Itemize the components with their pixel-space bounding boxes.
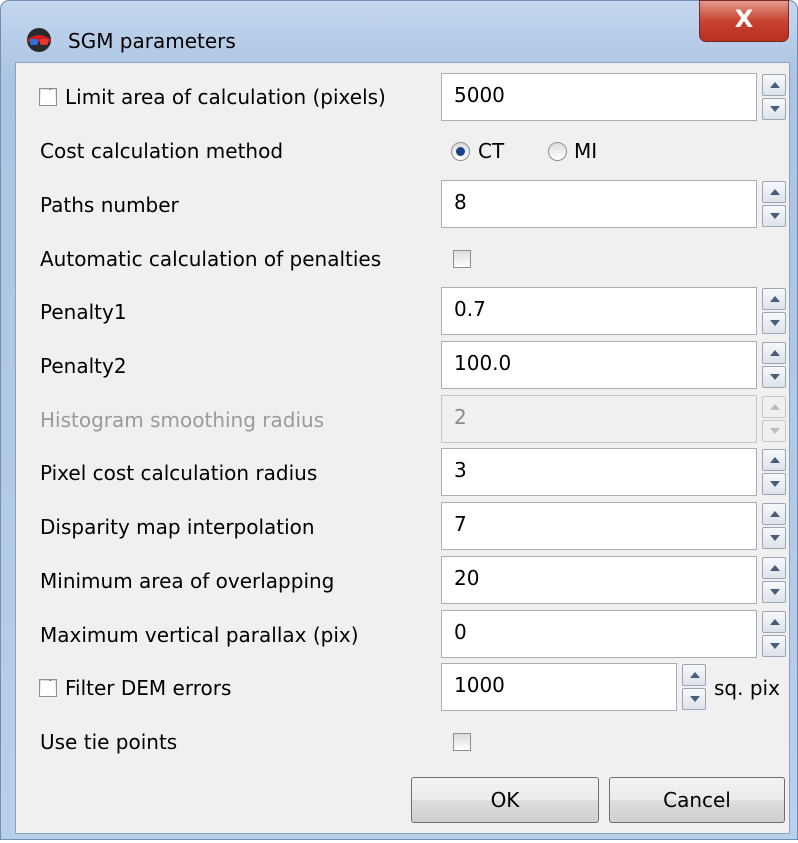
cancel-button[interactable]: Cancel [609,777,785,823]
max-parallax-label: Maximum vertical parallax (pix) [40,623,359,647]
penalty2-label: Penalty2 [40,354,127,378]
dialog-body: ✓ Limit area of calculation (pixels) 500… [15,62,790,834]
tie-points-label: Use tie points [40,730,178,754]
spin-up-button[interactable] [762,557,786,579]
spin-down-button[interactable] [762,366,786,388]
histogram-radius-label: Histogram smoothing radius [40,408,325,432]
max-parallax-spinner[interactable] [762,610,788,658]
spin-up-button[interactable] [762,449,786,471]
cost-method-label: Cost calculation method [40,139,284,163]
stereo-glasses-icon [27,28,51,52]
penalty1-label: Penalty1 [40,300,127,324]
spin-up-button[interactable] [762,503,786,525]
spin-down-button[interactable] [762,527,786,549]
disparity-interp-input[interactable]: 7 [441,502,757,550]
limit-area-checkbox[interactable]: ✓ [39,85,57,106]
histogram-radius-spinner [762,395,788,443]
disparity-interp-spinner[interactable] [762,502,788,550]
filter-dem-unit: sq. pix [714,676,780,700]
spin-up-button[interactable] [682,664,706,686]
max-parallax-input[interactable]: 0 [441,610,757,658]
pixel-cost-radius-spinner[interactable] [762,448,788,496]
filter-dem-label: Filter DEM errors [65,676,232,700]
spin-down-button[interactable] [762,205,786,227]
limit-area-label: Limit area of calculation (pixels) [65,85,386,109]
histogram-radius-input: 2 [441,395,757,443]
window-title: SGM parameters [68,29,236,53]
close-icon: X [734,5,754,33]
penalty2-input[interactable]: 100.0 [441,341,757,389]
min-overlap-spinner[interactable] [762,556,788,604]
ok-button[interactable]: OK [411,777,599,823]
close-button[interactable]: X [699,0,789,42]
filter-dem-checkbox[interactable]: ✓ [39,676,57,697]
filter-dem-spinner[interactable] [682,663,708,711]
penalty1-spinner[interactable] [762,287,788,335]
pixel-cost-radius-label: Pixel cost calculation radius [40,461,318,485]
radio-ct-label[interactable]: CT [478,139,504,163]
limit-area-input[interactable]: 5000 [441,73,757,121]
penalty1-input[interactable]: 0.7 [441,287,757,335]
spin-up-button[interactable] [762,74,786,96]
spin-down-button[interactable] [762,635,786,657]
radio-ct[interactable] [451,142,470,161]
tie-points-checkbox[interactable] [453,733,471,751]
spin-down-button[interactable] [762,473,786,495]
spin-up-button[interactable] [762,181,786,203]
spin-down-button[interactable] [762,581,786,603]
spin-up-button[interactable] [762,342,786,364]
pixel-cost-radius-input[interactable]: 3 [441,448,757,496]
spin-down-button[interactable] [762,98,786,120]
paths-number-label: Paths number [40,193,179,217]
spin-up-button [762,396,786,418]
disparity-interp-label: Disparity map interpolation [40,515,315,539]
auto-penalties-checkbox[interactable] [453,250,471,268]
spin-up-button[interactable] [762,611,786,633]
radio-mi-label[interactable]: MI [574,139,597,163]
check-icon: ✓ [40,676,55,696]
spin-up-button[interactable] [762,288,786,310]
penalty2-spinner[interactable] [762,341,788,389]
limit-area-spinner[interactable] [762,73,788,121]
sgm-dialog: SGM parameters X ✓ Limit area of calcula… [0,0,798,843]
paths-number-spinner[interactable] [762,180,788,228]
spin-down-button[interactable] [682,688,706,710]
radio-mi[interactable] [548,142,567,161]
paths-number-input[interactable]: 8 [441,180,757,228]
check-icon: ✓ [40,85,55,105]
min-overlap-input[interactable]: 20 [441,556,757,604]
spin-down-button [762,420,786,442]
filter-dem-input[interactable]: 1000 [441,663,677,711]
min-overlap-label: Minimum area of overlapping [40,569,335,593]
spin-down-button[interactable] [762,312,786,334]
title-bar[interactable]: SGM parameters X [0,0,798,56]
auto-penalties-label: Automatic calculation of penalties [40,247,382,271]
